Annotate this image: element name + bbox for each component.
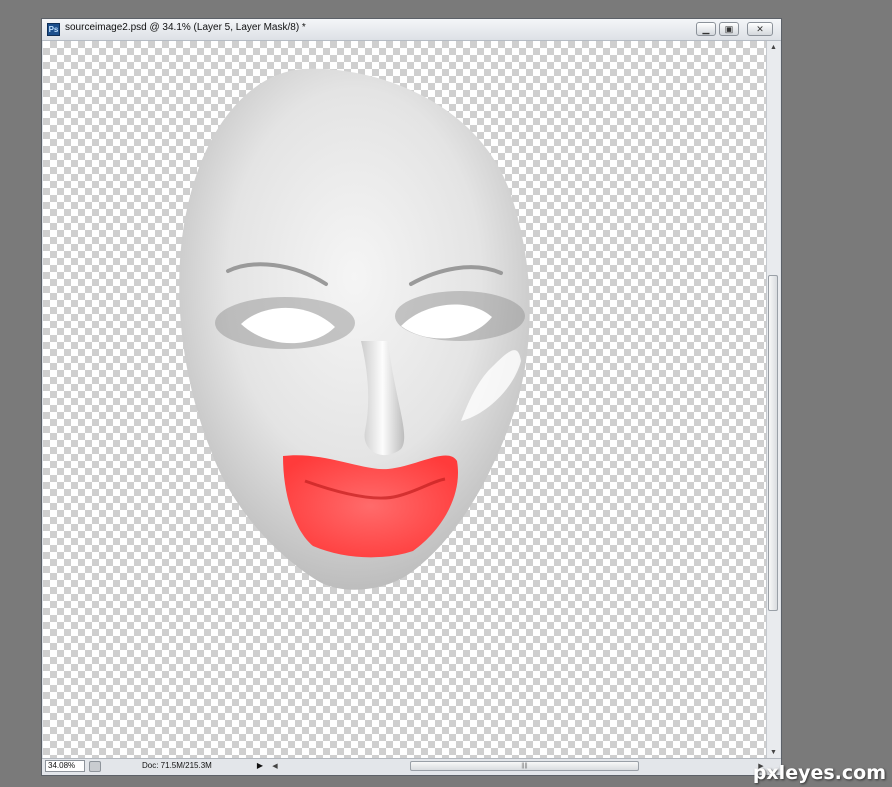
horizontal-scroll-thumb[interactable]: |||| bbox=[410, 761, 639, 771]
horizontal-scrollbar[interactable]: ◀ |||| ▶ bbox=[269, 760, 767, 773]
document-window: Ps sourceimage2.psd @ 34.1% (Layer 5, La… bbox=[41, 18, 782, 776]
restore-icon: ▣ bbox=[724, 24, 734, 34]
zoom-input[interactable]: 34.08% bbox=[45, 760, 85, 772]
vertical-scrollbar[interactable]: ▲ ▼ bbox=[766, 41, 780, 759]
close-icon: ✕ bbox=[756, 24, 764, 34]
document-title: sourceimage2.psd @ 34.1% (Layer 5, Layer… bbox=[65, 22, 306, 33]
watermark-text: pxleyes.com bbox=[752, 762, 886, 784]
status-bar: 34.08% Doc: 71.5M/215.3M ▶ ◀ |||| ▶ bbox=[42, 758, 781, 775]
status-info-icon[interactable] bbox=[89, 761, 101, 772]
minimize-button[interactable]: ▁ bbox=[696, 22, 716, 36]
status-menu-arrow-icon[interactable]: ▶ bbox=[255, 760, 265, 772]
scroll-up-icon[interactable]: ▲ bbox=[767, 41, 780, 54]
mask-artwork bbox=[179, 68, 530, 590]
vertical-scroll-thumb[interactable] bbox=[768, 275, 778, 611]
scroll-left-icon[interactable]: ◀ bbox=[269, 760, 281, 773]
canvas[interactable] bbox=[43, 41, 767, 759]
restore-button[interactable]: ▣ bbox=[719, 22, 739, 36]
title-bar[interactable]: Ps sourceimage2.psd @ 34.1% (Layer 5, La… bbox=[42, 19, 781, 41]
minimize-icon: ▁ bbox=[702, 24, 710, 34]
document-size-info: Doc: 71.5M/215.3M bbox=[142, 761, 212, 770]
photoshop-icon: Ps bbox=[47, 23, 60, 36]
close-button[interactable]: ✕ bbox=[747, 22, 773, 36]
